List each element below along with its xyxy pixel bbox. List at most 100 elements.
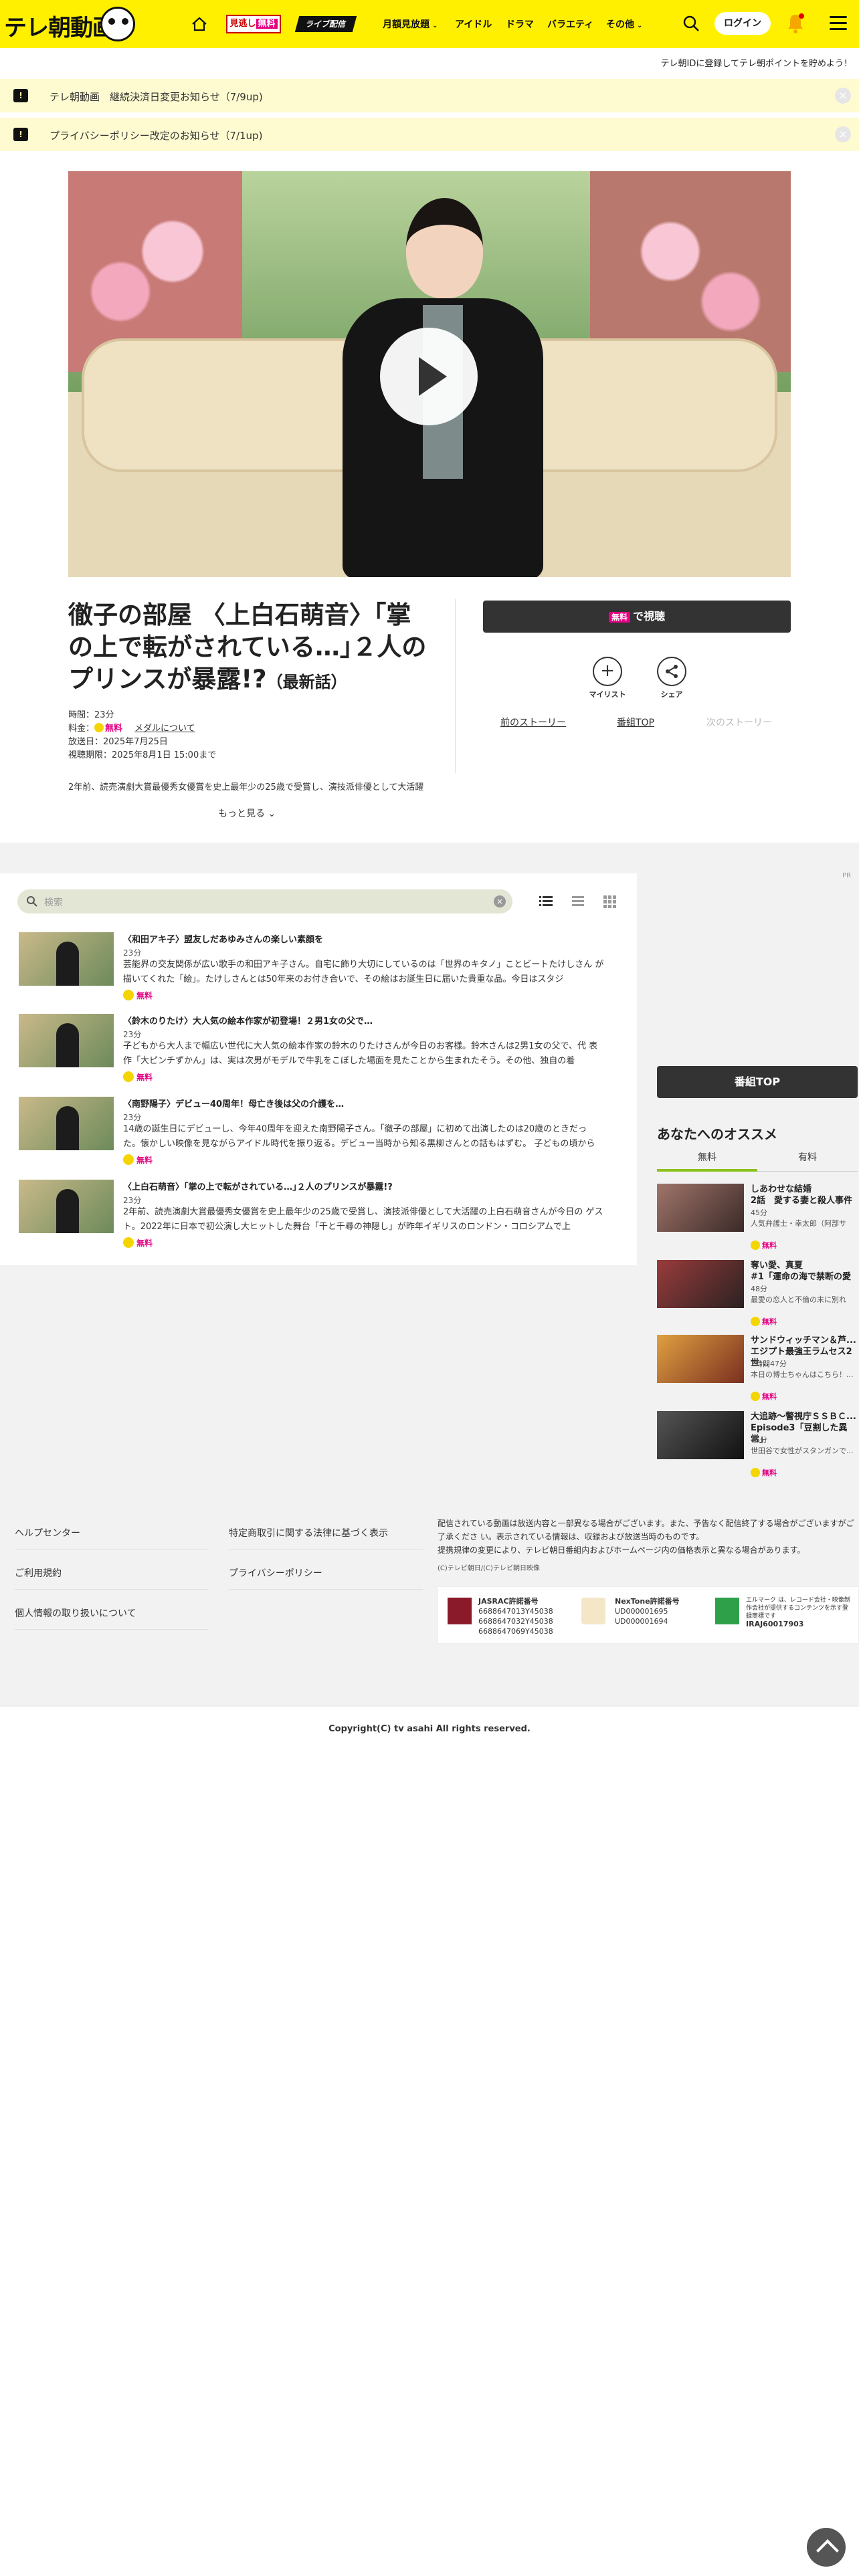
recommend-meta: 45分 人気弁護士・幸太郎（阿部サ — [751, 1208, 858, 1229]
search-icon[interactable] — [681, 13, 701, 33]
free-label: 無料 — [256, 19, 278, 29]
free-badge: 無料 — [123, 990, 153, 1001]
list-item[interactable]: 〈和田アキ子〉盟友しだあゆみさんの楽しい素顔を 23分 芸能界の交友関係が広い歌… — [19, 932, 628, 1002]
episode-title: 徹子の部屋 〈上白石萌音〉｢掌の上で転がされている…｣２人のプリンスが暴露!?（… — [68, 599, 430, 698]
episode-item-title[interactable]: 〈南野陽子〉デビュー40周年！母亡き後は父の介護を… — [123, 1097, 344, 1109]
chevron-down-icon: ⌄ — [637, 22, 643, 29]
add-mylist-icon[interactable]: + — [593, 657, 622, 686]
license-box: JASRAC許諾番号 6688647013Y45038 6688647032Y450… — [438, 1586, 859, 1644]
recommend-item[interactable]: しあわせな結婚 2話 愛する妻と殺人事件 45分 人気弁護士・幸太郎（阿部サ 無料 — [657, 1184, 858, 1251]
close-icon[interactable]: × — [835, 126, 851, 142]
recommend-item[interactable]: サンドウィッチマン＆芦... エジプト最強王ラムセス2世... 2時間47分 本日の… — [657, 1335, 858, 1402]
site-header: テレ朝動画 見逃し 無料 ライブ配信 月額見放題 ⌄ アイドル ドラマ バラエティ … — [0, 0, 859, 48]
free-label: 無料 — [136, 1156, 153, 1165]
list-item[interactable]: 〈鈴木のりたけ〉大人気の絵本作家が初登場！２男1女の父で… 23分 子どもから大… — [19, 1014, 628, 1083]
episode-thumbnail[interactable] — [19, 1014, 114, 1067]
nav-drama[interactable]: ドラマ — [506, 17, 534, 31]
recommend-title[interactable]: しあわせな結婚 2話 愛する妻と殺人事件 — [751, 1184, 858, 1206]
episode-item-title[interactable]: 〈上白石萌音〉｢掌の上で転がされている…｣２人のプリンスが暴露!? — [123, 1180, 393, 1192]
tokushoho-link[interactable]: 特定商取引に関する法律に基づく表示 — [229, 1526, 388, 1539]
rec-title: 大追跡～警視庁ＳＳＢＣ... — [751, 1412, 856, 1422]
nav-other[interactable]: その他 ⌄ — [606, 17, 642, 31]
coin-icon — [123, 1154, 134, 1165]
home-icon[interactable] — [190, 15, 209, 33]
search-icon — [27, 896, 37, 907]
program-top-link[interactable]: 番組TOP — [617, 716, 654, 729]
live-stream-badge[interactable]: ライブ配信 — [294, 16, 357, 32]
divider — [229, 1589, 423, 1590]
video-player[interactable] — [68, 171, 791, 577]
episode-thumbnail[interactable] — [19, 1097, 114, 1150]
episode-thumbnail[interactable] — [19, 1180, 114, 1233]
price-row: 料金： 無料 メダルについて — [68, 721, 195, 734]
episode-item-title[interactable]: 〈鈴木のりたけ〉大人気の絵本作家が初登場！２男1女の父で… — [123, 1014, 373, 1027]
nav-variety[interactable]: バラエティ — [547, 17, 593, 31]
tab-free[interactable]: 無料 — [657, 1148, 757, 1172]
free-label: 無料 — [762, 1469, 777, 1477]
notice-bar[interactable]: ! テレ朝動画 継続決済日変更お知らせ（7/9up) × — [0, 79, 859, 112]
hamburger-menu-icon[interactable] — [830, 16, 847, 31]
nav-label: 月額見放題 — [383, 19, 430, 30]
privacy-link[interactable]: プライバシーポリシー — [229, 1566, 322, 1580]
personal-info-link[interactable]: 個人情報の取り扱いについて — [15, 1606, 136, 1620]
footer-credit: (C)テレビ朝日/(C)テレビ朝日映像 — [438, 1565, 540, 1572]
coin-icon — [751, 1392, 760, 1401]
nav-label: その他 — [606, 19, 634, 30]
recommend-item[interactable]: 大追跡～警視庁ＳＳＢＣ... Episode3「豆割した異常」 45分 世田谷で女性… — [657, 1411, 858, 1478]
episode-thumbnail[interactable] — [19, 932, 114, 986]
alert-icon: ! — [13, 128, 28, 141]
nav-idol[interactable]: アイドル — [455, 17, 492, 31]
divider — [0, 1705, 859, 1707]
notice-text[interactable]: テレ朝動画 継続決済日変更お知らせ（7/9up) — [50, 90, 263, 104]
clear-icon[interactable]: × — [494, 895, 506, 907]
program-top-button[interactable]: 番組TOP — [657, 1066, 858, 1098]
coin-icon — [123, 1237, 134, 1248]
points-promo[interactable]: テレ朝IDに登録してテレ朝ポイントを貯めよう！ — [661, 56, 852, 69]
recommend-title[interactable]: 奪い愛、真夏 #1「運命の海で禁断の愛 — [751, 1260, 858, 1283]
episode-item-text: 14歳の誕生日にデビューし、今年40周年を迎えた南野陽子さん。「徹子の部屋」に初… — [123, 1124, 595, 1149]
pr-tag: PR — [842, 872, 851, 879]
lic-line: 6688647013Y45038 — [478, 1607, 553, 1616]
recommend-thumbnail[interactable] — [657, 1260, 744, 1308]
rec-duration: 2時間47分 — [751, 1360, 787, 1368]
episode-item-title[interactable]: 〈和田アキ子〉盟友しだあゆみさんの楽しい素顔を — [123, 932, 323, 945]
site-logo[interactable]: テレ朝動画 — [0, 3, 140, 45]
share-icon[interactable] — [657, 657, 686, 686]
rec-text: 本日の博士ちゃんはこちら！... — [751, 1370, 854, 1379]
mascot-icon — [100, 7, 135, 41]
medal-link[interactable]: メダルについて — [134, 724, 195, 734]
nav-monthly[interactable]: 月額見放題 ⌄ — [383, 17, 438, 31]
show-more-button[interactable]: もっと見る ⌄ — [218, 807, 276, 820]
play-button[interactable] — [380, 328, 478, 425]
jasrac-license: JASRAC許諾番号 6688647013Y45038 6688647032Y450… — [478, 1596, 553, 1636]
list-item[interactable]: 〈南野陽子〉デビュー40周年！母亡き後は父の介護を… 23分 14歳の誕生日にデ… — [19, 1097, 628, 1166]
notice-bar[interactable]: ! プライバシーポリシー改定のお知らせ（7/1up) × — [0, 118, 859, 151]
search-input[interactable]: 検索 × — [17, 889, 512, 914]
help-center-link[interactable]: ヘルプセンター — [15, 1526, 80, 1539]
login-button[interactable]: ログイン — [714, 12, 771, 35]
copyright: Copyright(C) tv asahi All rights reserve… — [328, 1724, 531, 1734]
back-to-top-button[interactable] — [807, 2528, 846, 2567]
episode-item-duration: 23分 — [123, 1196, 142, 1205]
rec-sub: #1「運命の海で禁断の愛 — [751, 1272, 851, 1282]
terms-link[interactable]: ご利用規約 — [15, 1566, 62, 1580]
grid-view-icon[interactable] — [602, 893, 618, 909]
recommend-thumbnail[interactable] — [657, 1184, 744, 1232]
mylist-label: マイリスト — [589, 690, 626, 699]
recommend-thumbnail[interactable] — [657, 1335, 744, 1383]
notice-text[interactable]: プライバシーポリシー改定のお知らせ（7/1up) — [50, 128, 262, 142]
free-badge: 無料 — [123, 1237, 153, 1249]
tab-paid[interactable]: 有料 — [757, 1148, 858, 1172]
recommend-thumbnail[interactable] — [657, 1411, 744, 1459]
list-view-icon[interactable] — [538, 893, 554, 909]
catchup-free-badge[interactable]: 見逃し 無料 — [226, 15, 281, 33]
recommend-item[interactable]: 奪い愛、真夏 #1「運命の海で禁断の愛 48分 最愛の恋人と不倫の末に別れ 無料 — [657, 1260, 858, 1327]
compact-list-icon[interactable] — [570, 893, 586, 909]
watch-button[interactable]: 無料 で視聴 — [483, 601, 791, 633]
prev-story-link[interactable]: 前のストーリー — [500, 716, 566, 729]
bell-icon[interactable] — [785, 12, 805, 35]
list-item[interactable]: 〈上白石萌音〉｢掌の上で転がされている…｣２人のプリンスが暴露!? 23分 2年… — [19, 1180, 628, 1249]
air-date: 放送日：2025年7月25日 — [68, 737, 168, 747]
close-icon[interactable]: × — [835, 88, 851, 104]
next-story-link: 次のストーリー — [706, 718, 772, 728]
